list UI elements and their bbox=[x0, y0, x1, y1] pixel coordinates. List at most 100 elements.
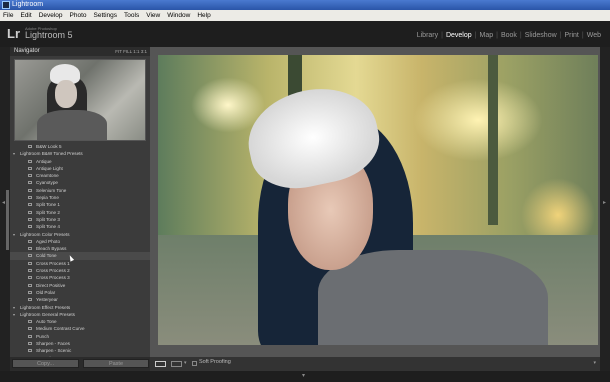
collapse-left-arrow-icon[interactable]: ◂ bbox=[2, 199, 5, 206]
preset-label: Cyanotype bbox=[36, 180, 58, 186]
preset-icon bbox=[28, 349, 32, 353]
menu-settings[interactable]: Settings bbox=[94, 10, 118, 21]
photo-tree bbox=[488, 55, 498, 225]
paste-button[interactable]: Paste bbox=[83, 359, 149, 368]
preset-item[interactable]: Auto Tone bbox=[10, 318, 150, 325]
preset-item[interactable]: Aged Photo bbox=[10, 238, 150, 245]
disclosure-triangle-icon[interactable]: ▾ bbox=[13, 231, 15, 238]
soft-proofing-checkbox[interactable] bbox=[192, 361, 197, 366]
preset-item[interactable]: Creamtone bbox=[10, 172, 150, 179]
preset-label: Split Tone 3 bbox=[36, 216, 60, 222]
preview-coat bbox=[37, 110, 107, 140]
preset-item[interactable]: Direct Positive bbox=[10, 282, 150, 289]
menu-file[interactable]: File bbox=[3, 10, 13, 21]
module-web[interactable]: Web bbox=[584, 32, 604, 39]
preset-item[interactable]: Old Polar bbox=[10, 289, 150, 296]
app-icon bbox=[2, 1, 10, 9]
preset-icon bbox=[28, 261, 32, 265]
preset-icon bbox=[28, 217, 32, 221]
module-print[interactable]: Print bbox=[561, 32, 581, 39]
menu-photo[interactable]: Photo bbox=[70, 10, 87, 21]
preset-icon bbox=[28, 239, 32, 243]
preset-folder[interactable]: ▾ Lightroom Effect Presets bbox=[10, 304, 150, 311]
module-develop[interactable]: Develop bbox=[443, 32, 475, 39]
menu-tools[interactable]: Tools bbox=[124, 10, 139, 21]
navigator-preview[interactable] bbox=[14, 59, 146, 141]
develop-toolbar: ▾ Soft Proofing ▾ bbox=[150, 357, 600, 371]
preset-item[interactable]: Cyanotype bbox=[10, 179, 150, 186]
preset-item[interactable]: Sharpen - Scenic bbox=[10, 347, 150, 354]
preset-folder[interactable]: ▾ Lightroom B&W Toned Presets bbox=[10, 150, 150, 157]
expand-filmstrip-arrow-icon[interactable]: ▾ bbox=[302, 372, 305, 379]
main-photo[interactable] bbox=[158, 55, 598, 345]
preset-folder[interactable]: ▾ Lightroom General Presets bbox=[10, 311, 150, 318]
toolbar-menu-icon[interactable]: ▾ bbox=[593, 360, 596, 366]
disclosure-triangle-icon[interactable]: ▾ bbox=[13, 304, 15, 311]
disclosure-triangle-icon[interactable]: ▾ bbox=[13, 311, 15, 318]
preset-icon bbox=[28, 276, 32, 280]
preset-label: Lightroom Effect Presets bbox=[20, 304, 71, 310]
left-panel-scrollbar[interactable] bbox=[6, 190, 9, 250]
preset-item[interactable]: Cross Process 1 bbox=[10, 260, 150, 267]
preset-folder[interactable]: ▾ Lightroom Color Presets bbox=[10, 231, 150, 238]
menu-view[interactable]: View bbox=[146, 10, 160, 21]
preset-label: Cross Process 2 bbox=[36, 268, 70, 274]
preset-icon bbox=[28, 290, 32, 294]
preset-item[interactable]: Sepia Tone bbox=[10, 194, 150, 201]
preset-item[interactable]: Split Tone 1 bbox=[10, 201, 150, 208]
preset-label: Lightroom General Presets bbox=[20, 311, 75, 317]
module-map[interactable]: Map bbox=[476, 32, 496, 39]
filmstrip-edge[interactable]: ▾ bbox=[0, 371, 610, 382]
disclosure-triangle-icon[interactable]: ▾ bbox=[13, 150, 15, 157]
preset-item[interactable]: Split Tone 4 bbox=[10, 223, 150, 230]
product-name: Lightroom 5 bbox=[25, 30, 73, 40]
preset-item[interactable]: Selenium Tone bbox=[10, 187, 150, 194]
preset-item[interactable]: Cross Process 2 bbox=[10, 267, 150, 274]
preset-item[interactable]: Bleach Bypass bbox=[10, 245, 150, 252]
menu-help[interactable]: Help bbox=[197, 10, 210, 21]
preset-item[interactable]: Cross Process 3 bbox=[10, 274, 150, 281]
preset-label: Direct Positive bbox=[36, 282, 66, 288]
menu-develop[interactable]: Develop bbox=[39, 10, 63, 21]
preset-icon bbox=[28, 145, 32, 148]
presets-list: B&W Look 5 ▾ Lightroom B&W Toned Presets An… bbox=[10, 143, 150, 362]
preset-item[interactable]: Punch bbox=[10, 333, 150, 340]
soft-proofing-label: Soft Proofing bbox=[199, 359, 231, 365]
preset-label: Selenium Tone bbox=[36, 187, 67, 193]
right-panel-edge[interactable]: ▸ bbox=[600, 47, 610, 382]
preset-item[interactable]: Antique bbox=[10, 158, 150, 165]
preset-label: Yesteryear bbox=[36, 297, 58, 303]
preset-label: Antique Light bbox=[36, 165, 63, 171]
preset-item[interactable]: Sharpen - Faces bbox=[10, 340, 150, 347]
preset-item[interactable]: Yesteryear bbox=[10, 296, 150, 303]
preset-label: Cross Process 1 bbox=[36, 260, 70, 266]
preset-icon bbox=[28, 247, 32, 251]
expand-right-arrow-icon[interactable]: ▸ bbox=[603, 199, 606, 206]
preset-item[interactable]: Cold Tone bbox=[10, 252, 150, 260]
view-dropdown-icon[interactable]: ▾ bbox=[184, 360, 187, 366]
module-slideshow[interactable]: Slideshow bbox=[522, 32, 560, 39]
navigator-zoom-options[interactable]: FIT FILL 1:1 3:1 bbox=[115, 47, 147, 56]
preset-label: Medium Contrast Curve bbox=[36, 326, 85, 332]
preset-item[interactable]: Medium Contrast Curve bbox=[10, 325, 150, 332]
copy-button[interactable]: Copy... bbox=[12, 359, 79, 368]
module-book[interactable]: Book bbox=[498, 32, 520, 39]
preset-label: Punch bbox=[36, 333, 50, 339]
preset-item[interactable]: B&W Look 5 bbox=[10, 143, 150, 150]
window-title: Lightroom bbox=[12, 1, 44, 8]
preset-item[interactable]: Antique Light bbox=[10, 165, 150, 172]
preset-label: Auto Tone bbox=[36, 319, 57, 325]
preset-label: Cross Process 3 bbox=[36, 275, 70, 281]
loupe-view-icon[interactable] bbox=[155, 361, 166, 367]
navigator-header[interactable]: Navigator FIT FILL 1:1 3:1 bbox=[10, 47, 150, 56]
preset-label: Cold Tone bbox=[36, 253, 57, 259]
menu-edit[interactable]: Edit bbox=[20, 10, 31, 21]
preset-item[interactable]: Split Tone 3 bbox=[10, 216, 150, 223]
preset-label: Lightroom Color Presets bbox=[20, 231, 70, 237]
preset-item[interactable]: Split Tone 2 bbox=[10, 209, 150, 216]
photo-coat bbox=[318, 250, 548, 345]
develop-canvas bbox=[150, 47, 600, 357]
menu-window[interactable]: Window bbox=[167, 10, 190, 21]
before-after-view-icon[interactable] bbox=[171, 361, 182, 367]
module-library[interactable]: Library bbox=[414, 32, 441, 39]
